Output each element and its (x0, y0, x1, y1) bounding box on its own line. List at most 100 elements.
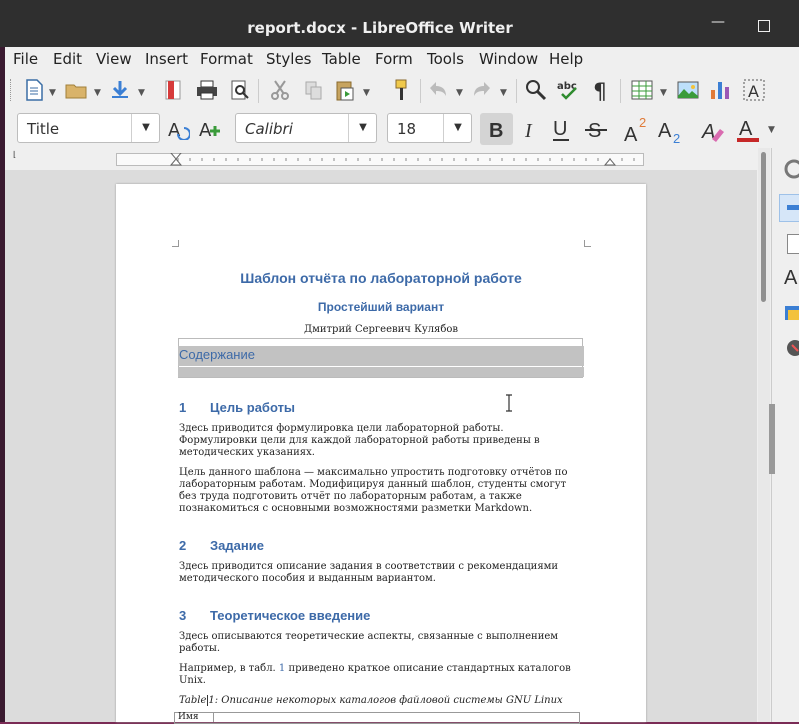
menu-styles[interactable]: Styles (266, 50, 312, 68)
section-number: 3 (179, 608, 187, 623)
text-line: Здесь описываются теоретические аспекты,… (179, 631, 559, 642)
underline-icon[interactable]: U (550, 113, 574, 145)
ruler-indent-marker[interactable] (603, 158, 617, 166)
formatting-marks-icon[interactable]: ¶ (590, 78, 614, 102)
open-folder-icon[interactable] (64, 78, 88, 102)
doc-title: Шаблон отчёта по лабораторной работе (240, 270, 522, 286)
cut-icon[interactable] (268, 78, 292, 102)
section-heading: Задание (210, 538, 264, 553)
svg-text:A: A (748, 82, 759, 101)
text-line: без труда подготовить отчёт по лаборатор… (179, 491, 522, 502)
gear-icon[interactable] (782, 157, 799, 181)
paste-dropdown-icon[interactable]: ▼ (363, 88, 370, 98)
table-ref-text: приведено краткое описание стандартных к… (288, 663, 571, 674)
bold-button[interactable]: B (480, 113, 513, 145)
menu-tools[interactable]: Tools (427, 50, 464, 68)
subscript-icon[interactable]: A2 (656, 113, 686, 145)
toc-shading (178, 367, 584, 377)
separator (620, 79, 621, 103)
redo-icon[interactable] (470, 78, 494, 102)
paragraph-style-combo[interactable]: Title ▼ (17, 113, 160, 143)
caption-text: 1: Описание некоторых каталогов файловой… (207, 695, 563, 706)
text-line: Здесь приводится описание задания в соот… (179, 561, 559, 572)
page-icon[interactable] (787, 234, 799, 254)
copy-icon[interactable] (302, 78, 326, 102)
menu-form[interactable]: Form (375, 50, 413, 68)
menu-edit[interactable]: Edit (53, 50, 82, 68)
text-line: познакомиться с основными возможностями … (179, 503, 533, 514)
find-replace-icon[interactable] (524, 78, 548, 102)
ruler-indent-marker[interactable] (170, 153, 182, 160)
ruler-indent-marker[interactable] (169, 158, 183, 166)
spelling-icon[interactable]: abc (556, 78, 580, 102)
doc-subtitle: Простейший вариант (317, 300, 445, 314)
insert-image-icon[interactable] (676, 78, 700, 102)
menu-help[interactable]: Help (549, 50, 583, 68)
margin-corner-mark (172, 240, 179, 247)
separator (420, 79, 421, 103)
superscript-icon[interactable]: A2 (622, 113, 652, 145)
print-preview-icon[interactable] (228, 78, 252, 102)
svg-text:2: 2 (639, 115, 646, 130)
menu-view[interactable]: View (96, 50, 132, 68)
open-dropdown-icon[interactable]: ▼ (94, 88, 101, 98)
new-document-icon[interactable] (22, 78, 46, 102)
export-pdf-icon[interactable] (162, 78, 186, 102)
update-style-icon[interactable]: A (166, 116, 190, 140)
font-color-icon[interactable]: A (736, 113, 762, 145)
menu-file[interactable]: File (13, 50, 38, 68)
insert-chart-icon[interactable] (708, 78, 732, 102)
title-bar: report.docx - LibreOffice Writer — (0, 0, 799, 47)
italic-icon[interactable]: I (518, 113, 542, 145)
menu-insert[interactable]: Insert (145, 50, 188, 68)
menu-window[interactable]: Window (479, 50, 538, 68)
strikethrough-icon[interactable]: S (584, 113, 608, 145)
text-line: Например, в табл. 1 приведено краткое оп… (179, 663, 589, 675)
new-style-icon[interactable]: A (198, 116, 222, 140)
paragraph: Здесь описываются теоретические аспекты,… (179, 631, 589, 655)
properties-icon (787, 205, 799, 210)
close-button[interactable] (790, 6, 799, 32)
paragraph-style-value: Title (27, 120, 60, 138)
undo-dropdown-icon[interactable]: ▼ (456, 88, 463, 98)
svg-text:A: A (624, 124, 638, 145)
minimize-button[interactable]: — (711, 14, 725, 30)
text-line: Unix. (179, 675, 206, 686)
text-line: Здесь приводится формулировка цели лабор… (179, 423, 504, 434)
table[interactable] (174, 712, 580, 724)
font-name-combo[interactable]: Calibri ▼ (235, 113, 377, 143)
menu-table[interactable]: Table (322, 50, 361, 68)
save-icon[interactable] (108, 78, 132, 102)
new-dropdown-icon[interactable]: ▼ (49, 88, 56, 98)
menu-format[interactable]: Format (200, 50, 253, 68)
chevron-down-icon[interactable]: ▼ (131, 114, 160, 142)
svg-text:2: 2 (673, 131, 680, 145)
clear-formatting-icon[interactable]: A (700, 113, 726, 145)
redo-dropdown-icon[interactable]: ▼ (500, 88, 507, 98)
gallery-icon[interactable] (783, 302, 799, 324)
undo-icon[interactable] (426, 78, 450, 102)
paste-icon[interactable] (333, 78, 357, 102)
sidebar-collapse-handle[interactable] (769, 404, 775, 474)
chevron-down-icon[interactable]: ▼ (443, 114, 472, 142)
save-dropdown-icon[interactable]: ▼ (138, 88, 145, 98)
paragraph: Цель данного шаблона — максимально упрос… (179, 467, 589, 515)
maximize-button[interactable] (758, 20, 770, 32)
print-icon[interactable] (195, 78, 219, 102)
font-color-dropdown-icon[interactable]: ▼ (768, 125, 775, 135)
svg-text:I: I (524, 120, 533, 142)
table-dropdown-icon[interactable]: ▼ (660, 88, 667, 98)
chevron-down-icon[interactable]: ▼ (348, 114, 377, 142)
insert-table-icon[interactable] (630, 78, 654, 102)
font-size-combo[interactable]: 18 ▼ (387, 113, 472, 143)
table-ref-text: Например, в табл. (179, 663, 276, 674)
navigator-icon[interactable] (783, 337, 799, 359)
styles-icon[interactable]: A (783, 264, 799, 288)
section-number: 2 (179, 538, 187, 553)
scrollbar-thumb[interactable] (761, 152, 766, 302)
clone-formatting-icon[interactable] (390, 78, 414, 102)
table-ref-link[interactable]: 1 (279, 663, 285, 674)
insert-textbox-icon[interactable]: A (742, 78, 766, 102)
text-line: лабораторным работам. Модифицируя данный… (179, 479, 567, 490)
svg-text:A: A (658, 120, 672, 142)
